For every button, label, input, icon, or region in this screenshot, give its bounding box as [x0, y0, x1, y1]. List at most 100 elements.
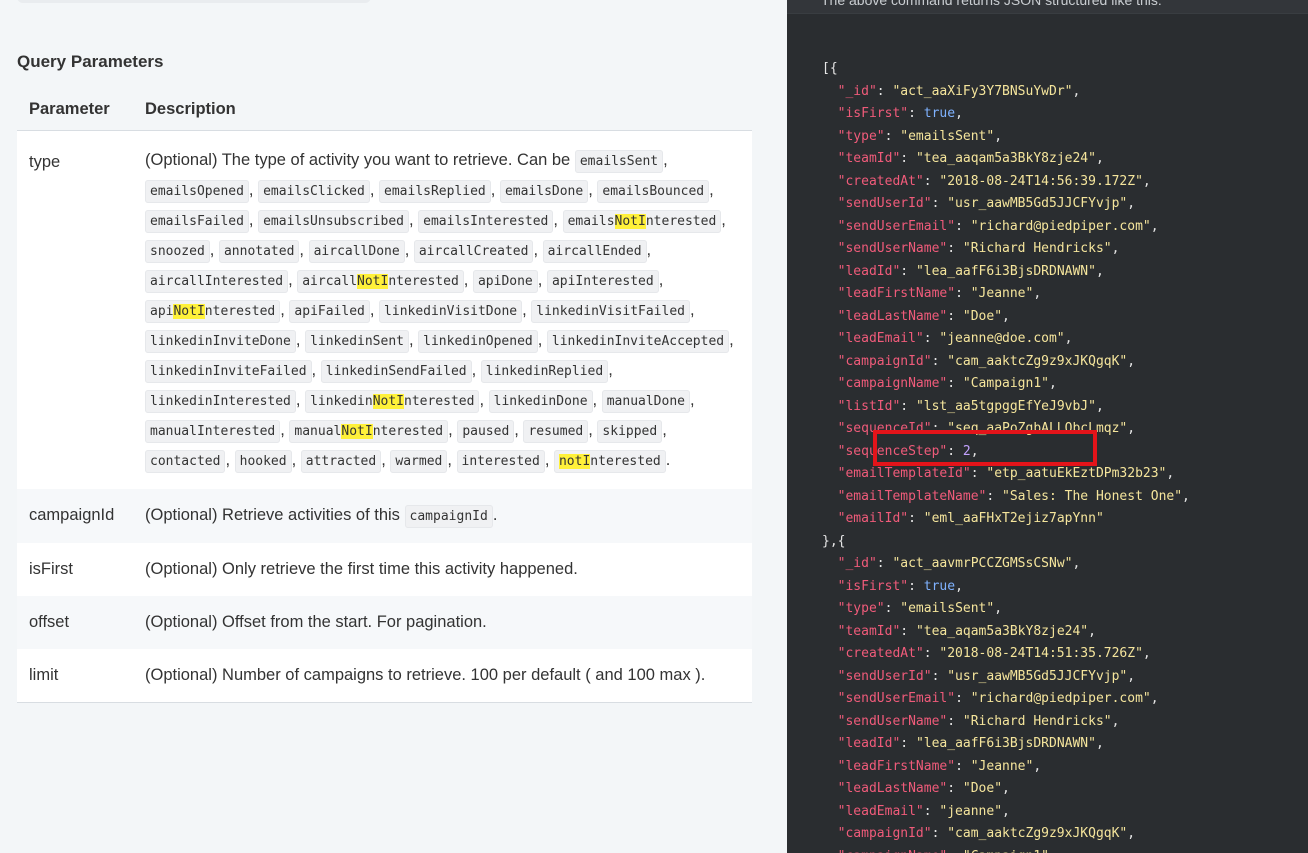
- json-line: "emailTemplateName": "Sales: The Honest …: [837, 488, 1190, 504]
- json-line: "teamId": "tea_aqam5a3BkY8zje24",: [837, 623, 1096, 639]
- activity-type-code: attracted: [300, 449, 382, 473]
- activity-type-code: linkedinInterested: [145, 389, 296, 413]
- table-row-limit: limit (Optional) Number of campaigns to …: [17, 648, 752, 703]
- json-line: "sendUserId": "usr_aawMB5Gd5JJCFYvjp",: [837, 668, 1136, 684]
- param-name: campaignId: [17, 488, 133, 543]
- json-line: "_id": "act_aavmrPCCZGMSsCSNw",: [837, 556, 1081, 571]
- activity-type-code: emailsUnsubscribed: [258, 209, 409, 233]
- param-name: type: [17, 130, 133, 489]
- search-highlight: NotI: [173, 303, 205, 319]
- activity-type-code: contacted: [145, 449, 226, 473]
- json-line: "emailTemplateId": "etp_aatuEkEztDPm32b2…: [837, 466, 1175, 481]
- activity-type-code: apiDone: [472, 269, 538, 293]
- search-highlight: NotI: [372, 393, 404, 409]
- search-highlight: NotI: [357, 273, 389, 289]
- param-description: (Optional) Offset from the start. For pa…: [133, 595, 752, 649]
- activity-type-code: linkedinInviteFailed: [145, 359, 312, 383]
- search-highlight: notI: [558, 453, 591, 469]
- type-desc-prefix: (Optional) The type of activity you want…: [145, 150, 571, 169]
- table-header-row: Parameter Description: [17, 90, 752, 131]
- json-line: "leadEmail": "jeanne",: [837, 803, 1010, 819]
- activity-type-code: apiNotInterested: [145, 299, 281, 323]
- activity-type-code: apiFailed: [289, 299, 370, 323]
- param-name: isFirst: [17, 542, 133, 596]
- activity-type-code: emailsBounced: [597, 179, 710, 203]
- json-line: "type": "emailsSent",: [837, 128, 1003, 144]
- param-name: offset: [17, 595, 133, 649]
- json-line: "leadLastName": "Doe",: [837, 308, 1010, 324]
- activity-type-code: warmed: [390, 449, 448, 473]
- json-line: "sequenceStep": 2,: [837, 443, 979, 459]
- activity-type-code: hooked: [234, 449, 292, 473]
- json-line: "sequenceId": "seq_aaPoZgbALLQbcLmqz",: [837, 421, 1136, 436]
- json-line: "teamId": "tea_aaqam5a3BkY8zje24",: [837, 151, 1104, 166]
- activity-type-code: emailsOpened: [145, 179, 249, 203]
- json-line: "leadId": "lea_aafF6i3BjsDRDNAWN",: [837, 263, 1104, 279]
- section-title: Query Parameters: [17, 52, 164, 71]
- param-description: (Optional) The type of activity you want…: [133, 130, 752, 489]
- activity-type-code: emailsInterested: [418, 209, 554, 233]
- table-row-campaignid: campaignId (Optional) Retrieve activitie…: [17, 488, 752, 543]
- json-line: "isFirst": true,: [837, 578, 963, 594]
- json-line: "leadLastName": "Doe",: [837, 781, 1010, 796]
- search-highlight: NotI: [614, 213, 646, 229]
- json-line: "sendUserName": "Richard Hendricks",: [837, 241, 1120, 256]
- json-line: "createdAt": "2018-08-24T14:51:35.726Z",: [837, 646, 1151, 661]
- json-line: "campaignName": "Campaign1",: [822, 849, 1057, 853]
- table-row-offset: offset (Optional) Offset from the start.…: [17, 595, 752, 649]
- activity-type-code: linkedinOpened: [418, 329, 538, 353]
- code-caption: The above command returns JSON structure…: [821, 0, 1162, 8]
- code-caption-strip: The above command returns JSON structure…: [787, 0, 1308, 14]
- code-sample-pane: The above command returns JSON structure…: [787, 0, 1308, 853]
- json-line: "type": "emailsSent",: [837, 601, 1003, 616]
- json-line: "campaignId": "cam_aaktcZg9z9xJKQgqK",: [837, 826, 1136, 841]
- json-line: "sendUserName": "Richard Hendricks",: [837, 713, 1120, 729]
- activity-type-code: annotated: [218, 239, 300, 263]
- activity-type-code: emailsFailed: [145, 209, 249, 233]
- activity-type-code: linkedinInviteDone: [145, 329, 296, 353]
- docs-content-pane: Query Parameters Parameter Description t…: [0, 0, 787, 853]
- activity-type-code: emailsNotInterested: [562, 209, 722, 233]
- json-line: "createdAt": "2018-08-24T14:56:39.172Z",: [837, 173, 1151, 189]
- activity-type-code: linkedinDone: [488, 389, 593, 413]
- activity-type-code: snoozed: [145, 239, 210, 263]
- json-line: "sendUserId": "usr_aawMB5Gd5JJCFYvjp",: [837, 196, 1136, 211]
- activity-type-code: manualDone: [601, 389, 690, 413]
- json-line: "sendUserEmail": "richard@piedpiper.com"…: [837, 218, 1159, 234]
- activity-type-code: aircallInterested: [145, 269, 289, 293]
- activity-type-code: linkedinVisitDone: [379, 299, 523, 323]
- activity-type-code: linkedinVisitFailed: [531, 299, 690, 323]
- param-description: (Optional) Number of campaigns to retrie…: [133, 648, 752, 703]
- param-description: (Optional) Retrieve activities of this c…: [133, 488, 752, 543]
- activity-type-code: linkedinSent: [305, 329, 409, 353]
- activity-type-code: aircallEnded: [542, 239, 647, 263]
- activity-type-code: resumed: [523, 419, 589, 443]
- header-parameter: Parameter: [17, 90, 133, 131]
- json-line: "_id": "act_aaXiFy3Y7BNSuYwDr",: [837, 83, 1081, 99]
- activity-type-code: paused: [457, 419, 515, 443]
- param-description: (Optional) Only retrieve the first time …: [133, 542, 752, 596]
- json-line: "leadEmail": "jeanne@doe.com",: [837, 331, 1073, 346]
- json-line: "sendUserEmail": "richard@piedpiper.com"…: [837, 691, 1159, 706]
- activity-type-code: linkedinInviteAccepted: [546, 329, 730, 353]
- activity-type-code: linkedinReplied: [480, 359, 609, 383]
- inline-code: campaignId: [404, 504, 493, 528]
- search-highlight: NotI: [341, 423, 373, 439]
- type-values-list: emailsSent, emailsOpened, emailsClicked,…: [145, 149, 734, 473]
- activity-type-code: emailsSent: [574, 149, 664, 173]
- activity-type-code: linkedinSendFailed: [320, 359, 472, 383]
- query-parameters-table: Parameter Description type (Optional) Th…: [17, 90, 752, 703]
- previous-block-edge: [17, 0, 371, 3]
- activity-type-code: aircallCreated: [413, 239, 534, 263]
- json-line: "leadFirstName": "Jeanne",: [837, 286, 1042, 301]
- table-row-isfirst: isFirst (Optional) Only retrieve the fir…: [17, 542, 752, 596]
- json-line: "campaignId": "cam_aaktcZg9z9xJKQgqK",: [837, 353, 1136, 369]
- json-line: "leadFirstName": "Jeanne",: [837, 758, 1042, 774]
- activity-type-code: manualInterested: [145, 419, 281, 443]
- json-line: "isFirst": true,: [837, 106, 963, 121]
- activity-type-code: skipped: [597, 419, 663, 443]
- activity-type-code: emailsClicked: [258, 179, 370, 203]
- activity-type-code: apiInterested: [546, 269, 659, 293]
- activity-type-code: notInterested: [553, 449, 666, 473]
- header-description: Description: [133, 90, 752, 131]
